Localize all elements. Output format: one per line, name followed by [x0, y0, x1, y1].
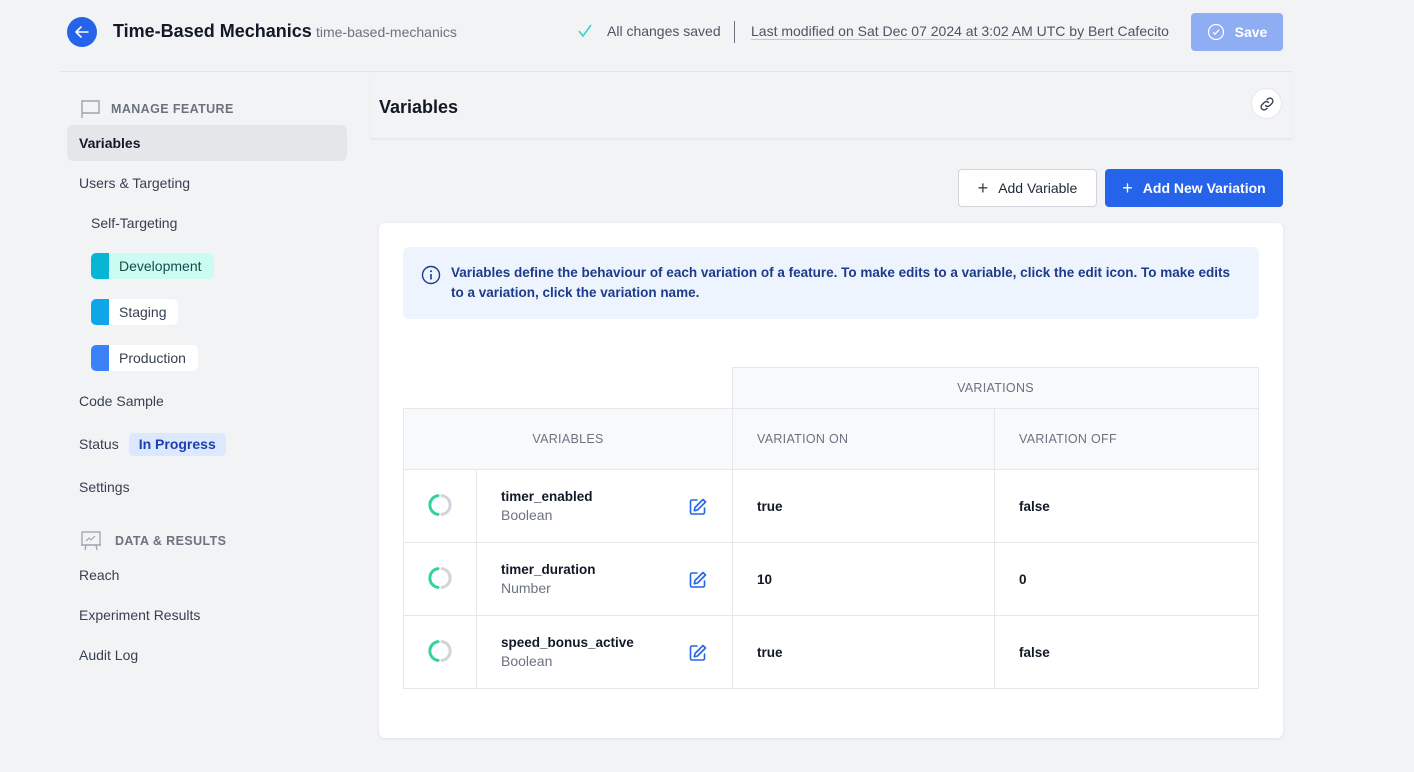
add-variable-label: Add Variable — [998, 180, 1078, 196]
main-header: Variables — [370, 73, 1292, 139]
data-results-section: DATA & RESULTS — [80, 530, 226, 552]
variable-status-icon — [428, 566, 452, 589]
variation-on-header[interactable]: VARIATION ON — [732, 408, 995, 470]
status-cell — [403, 615, 477, 689]
status-badge: In Progress — [128, 432, 226, 456]
sidebar-item-experiment-results[interactable]: Experiment Results — [67, 597, 347, 633]
env-label: Development — [119, 258, 202, 274]
env-production[interactable]: Production — [91, 345, 198, 371]
save-status: All changes saved — [577, 23, 721, 39]
variations-group-header: VARIATIONS — [732, 367, 1259, 409]
copy-link-button[interactable] — [1251, 88, 1282, 119]
env-label: Production — [119, 350, 186, 366]
header-divider — [734, 21, 735, 43]
link-icon — [1259, 96, 1274, 111]
check-icon — [578, 24, 592, 38]
save-status-text: All changes saved — [607, 23, 721, 39]
back-button[interactable] — [67, 17, 97, 47]
edit-icon[interactable] — [688, 497, 708, 517]
table-row: timer_duration Number 10 0 — [403, 542, 1259, 616]
variables-column-header: VARIABLES — [403, 408, 733, 470]
presentation-chart-icon — [81, 531, 101, 551]
add-variation-label: Add New Variation — [1142, 180, 1266, 196]
status-cell — [403, 469, 477, 543]
sidebar-item-audit-log[interactable]: Audit Log — [67, 637, 347, 673]
info-banner: Variables define the behaviour of each v… — [403, 247, 1259, 319]
variation-on-value: 10 — [732, 542, 995, 616]
plus-icon: + — [1122, 178, 1133, 198]
top-header: Time-Based Mechanics time-based-mechanic… — [59, 0, 1292, 72]
page-title: Variables — [379, 97, 459, 117]
plus-icon: + — [977, 178, 989, 198]
data-results-label: DATA & RESULTS — [115, 534, 227, 548]
variables-table: VARIATIONS VARIABLES VARIATION ON VARIAT… — [403, 367, 1259, 689]
save-button[interactable]: Save — [1191, 13, 1283, 51]
variables-card: Variables define the behaviour of each v… — [379, 223, 1283, 738]
status-label: Status — [79, 436, 119, 452]
edit-icon[interactable] — [688, 570, 708, 590]
variation-off-header[interactable]: VARIATION OFF — [994, 408, 1259, 470]
manage-feature-section: MANAGE FEATURE — [80, 99, 234, 119]
variable-status-icon — [428, 639, 452, 662]
add-variable-button[interactable]: + Add Variable — [958, 169, 1097, 207]
variation-off-value: 0 — [994, 542, 1259, 616]
env-color-swatch — [91, 345, 109, 371]
add-new-variation-button[interactable]: + Add New Variation — [1105, 169, 1283, 207]
header-spacer — [403, 367, 733, 409]
sidebar-item-status[interactable]: Status In Progress — [67, 426, 347, 462]
variation-on-value: true — [732, 615, 995, 689]
sidebar-item-users-targeting[interactable]: Users & Targeting — [67, 165, 347, 201]
env-color-swatch — [91, 253, 109, 279]
variation-on-value: true — [732, 469, 995, 543]
flag-icon — [81, 100, 100, 118]
manage-feature-label: MANAGE FEATURE — [111, 102, 234, 116]
sidebar-item-code-sample[interactable]: Code Sample — [67, 383, 347, 419]
table-row: speed_bonus_active Boolean true false — [403, 615, 1259, 689]
variable-cell: timer_enabled Boolean — [476, 469, 733, 543]
sidebar-item-reach[interactable]: Reach — [67, 557, 347, 593]
feature-title: Time-Based Mechanics — [113, 21, 312, 41]
sidebar-item-self-targeting[interactable]: Self-Targeting — [79, 205, 359, 241]
feature-key: time-based-mechanics — [316, 24, 457, 40]
variable-cell: timer_duration Number — [476, 542, 733, 616]
info-text: Variables define the behaviour of each v… — [451, 265, 1230, 300]
save-label: Save — [1234, 24, 1268, 40]
info-icon — [421, 265, 441, 285]
env-staging[interactable]: Staging — [91, 299, 179, 325]
env-color-swatch — [91, 299, 109, 325]
table-row: timer_enabled Boolean true false — [403, 469, 1259, 543]
last-modified-link[interactable]: Last modified on Sat Dec 07 2024 at 3:02… — [751, 23, 1169, 39]
check-circle-icon — [1207, 23, 1224, 41]
sidebar-item-variables[interactable]: Variables — [67, 125, 347, 161]
variable-status-icon — [428, 493, 452, 516]
status-cell — [403, 542, 477, 616]
sidebar-item-settings[interactable]: Settings — [67, 469, 347, 505]
env-label: Staging — [119, 304, 167, 320]
edit-icon[interactable] — [688, 643, 708, 663]
env-development[interactable]: Development — [91, 253, 214, 279]
variable-cell: speed_bonus_active Boolean — [476, 615, 733, 689]
arrow-left-icon — [75, 26, 89, 38]
variation-off-value: false — [994, 469, 1259, 543]
variation-off-value: false — [994, 615, 1259, 689]
